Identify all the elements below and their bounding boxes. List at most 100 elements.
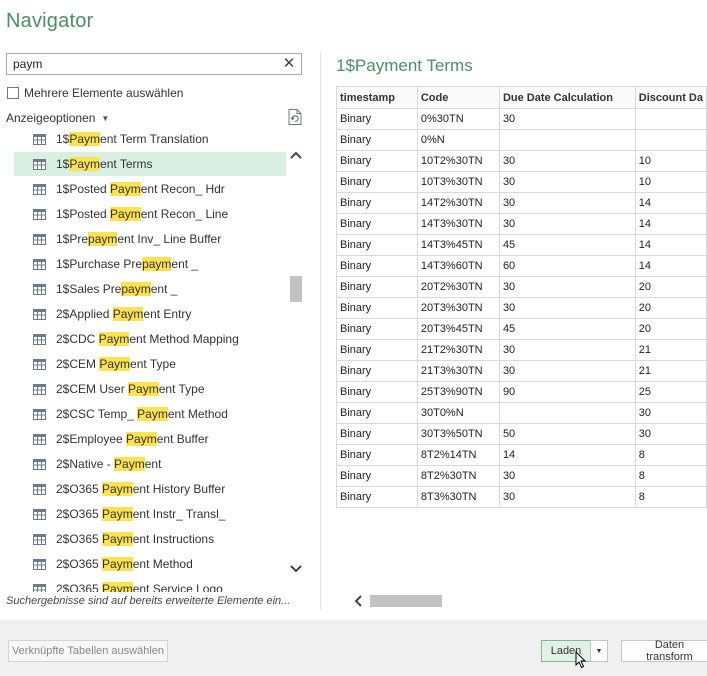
table-cell: 20T3%30TN [416, 297, 500, 319]
column-header[interactable]: timestamp [336, 86, 418, 109]
tree-item[interactable]: 1$Payment Term Translation [14, 130, 286, 151]
label-suffix: ent Instructions [132, 532, 215, 546]
display-options-dropdown[interactable]: Anzeigeoptionen ▼ [6, 111, 109, 125]
tree-item[interactable]: 1$Prepayment Inv_ Line Buffer [14, 227, 286, 251]
transform-data-button[interactable]: Daten transform [621, 639, 707, 663]
tree-item-label: 1$Prepayment Inv_ Line Buffer [56, 232, 221, 246]
table-cell: 20 [634, 276, 707, 298]
label-suffix: ent Inv_ Line Buffer [117, 232, 222, 246]
table-cell: 30 [634, 402, 707, 424]
column-header[interactable]: Due Date Calculation [498, 86, 636, 109]
tree-item[interactable]: 2$O365 Payment Instructions [14, 527, 286, 551]
tree-item[interactable]: 1$Posted Payment Recon_ Line [14, 202, 286, 226]
tree-item-label: 2$CEM Payment Type [56, 357, 176, 371]
table-cell: 50 [498, 423, 636, 445]
tree-item[interactable]: 2$O365 Payment Instr_ Transl_ [14, 502, 286, 526]
column-header[interactable]: Discount Da [634, 86, 707, 109]
table-row: Binary 0%30TN 30 [336, 108, 707, 130]
table-row: Binary 8T2%14TN 14 8 [336, 444, 707, 466]
search-match-highlight: Paym [112, 307, 144, 321]
table-cell: 8 [634, 444, 707, 466]
linked-tables-button[interactable]: Verknüpfte Tabellen auswählen [8, 640, 168, 662]
label-prefix: 2$O365 [56, 532, 103, 546]
label-prefix: 1$Pre [56, 232, 89, 246]
tree-item[interactable]: 2$O365 Payment History Buffer [14, 477, 286, 501]
table-icon [33, 483, 46, 495]
table-cell: 10T2%30TN [416, 150, 500, 172]
table-cell: 10T3%30TN [416, 171, 500, 193]
table-cell: Binary [336, 486, 418, 508]
table-cell: 0%30TN [416, 108, 500, 130]
tree-vertical-scrollbar[interactable] [288, 148, 304, 588]
table-cell: 30 [634, 423, 707, 445]
table-cell: 10 [634, 150, 707, 172]
table-cell: 21 [634, 339, 707, 361]
search-input[interactable] [13, 55, 273, 73]
tree-item[interactable]: 2$CDC Payment Method Mapping [14, 327, 286, 351]
chevron-down-icon[interactable] [288, 560, 304, 576]
display-options-label: Anzeigeoptionen [6, 111, 96, 125]
tree-item[interactable]: 2$Applied Payment Entry [14, 302, 286, 326]
tree-item-label: 2$CEM User Payment Type [56, 382, 205, 396]
table-cell: 10 [634, 171, 707, 193]
search-match-highlight: Paym [102, 482, 133, 496]
tree-item[interactable]: 1$Sales Prepayment _ [14, 277, 286, 301]
table-row: Binary 14T2%30TN 30 14 [336, 192, 707, 214]
table-cell: 30 [498, 360, 636, 382]
tree-item[interactable]: 2$CEM Payment Type [14, 352, 286, 376]
tree-item[interactable]: 2$O365 Payment Method [14, 552, 286, 576]
label-suffix: ent Recon_ Line [140, 207, 229, 221]
label-suffix: ent Buffer [156, 432, 209, 446]
table-cell: 14 [634, 192, 707, 214]
table-row: Binary 20T3%45TN 45 20 [336, 318, 707, 340]
preview-horizontal-scrollbar[interactable] [352, 594, 707, 608]
search-match-highlight: Paym [102, 557, 133, 571]
load-button[interactable]: Laden [541, 640, 591, 662]
tree-item[interactable]: 2$O365 Payment Service Logo [14, 577, 286, 592]
label-prefix: 2$O365 [56, 557, 103, 571]
tree-item[interactable]: 1$Payment Terms [14, 152, 286, 176]
table-cell: 20 [634, 318, 707, 340]
chevron-up-icon[interactable] [288, 148, 304, 164]
label-suffix: ent _ [171, 257, 199, 271]
table-cell: 20 [634, 297, 707, 319]
table-row: Binary 30T0%N 30 [336, 402, 707, 424]
table-row: Binary 25T3%90TN 90 25 [336, 381, 707, 403]
table-cell [498, 129, 636, 151]
caret-down-icon: ▼ [595, 647, 603, 655]
multi-select-checkbox[interactable] [7, 87, 19, 99]
search-box[interactable]: ✕ [6, 53, 302, 75]
tree-item[interactable]: 2$CSC Temp_ Payment Method [14, 402, 286, 426]
table-cell: 14T3%45TN [416, 234, 500, 256]
search-match-highlight: Paym [137, 407, 168, 421]
table-icon [33, 583, 46, 592]
tree-item[interactable]: 2$Native - Payment [14, 452, 286, 476]
refresh-icon[interactable] [288, 109, 302, 125]
tree-item[interactable]: 2$Employee Payment Buffer [14, 427, 286, 451]
load-dropdown-button[interactable]: ▼ [590, 640, 608, 662]
table-cell: Binary [336, 423, 418, 445]
table-icon [33, 283, 46, 295]
close-icon[interactable]: ✕ [280, 55, 298, 73]
table-cell: 21T3%30TN [416, 360, 500, 382]
chevron-left-icon[interactable] [352, 594, 366, 608]
table-cell: Binary [336, 465, 418, 487]
table-cell: 0%N [416, 129, 500, 151]
table-cell [634, 129, 707, 151]
column-header[interactable]: Code [416, 86, 500, 109]
label-prefix: 2$CEM [56, 357, 100, 371]
tree-item-label: 1$Payment Terms [56, 157, 153, 171]
tree-scroll-thumb[interactable] [290, 276, 302, 302]
tree-item-label: 2$Applied Payment Entry [56, 307, 191, 321]
table-cell: Binary [336, 171, 418, 193]
tree-item[interactable]: 1$Purchase Prepayment _ [14, 252, 286, 276]
preview-scroll-thumb[interactable] [370, 595, 442, 607]
table-icon [33, 158, 46, 170]
search-match-highlight: Paym [102, 582, 133, 592]
multi-select-option[interactable]: Mehrere Elemente auswählen [7, 86, 183, 100]
table-cell: 30 [498, 171, 636, 193]
tree-item[interactable]: 2$CEM User Payment Type [14, 377, 286, 401]
table-row: Binary 0%N [336, 129, 707, 151]
tree-item[interactable]: 1$Posted Payment Recon_ Hdr [14, 177, 286, 201]
table-row: Binary 20T3%30TN 30 20 [336, 297, 707, 319]
